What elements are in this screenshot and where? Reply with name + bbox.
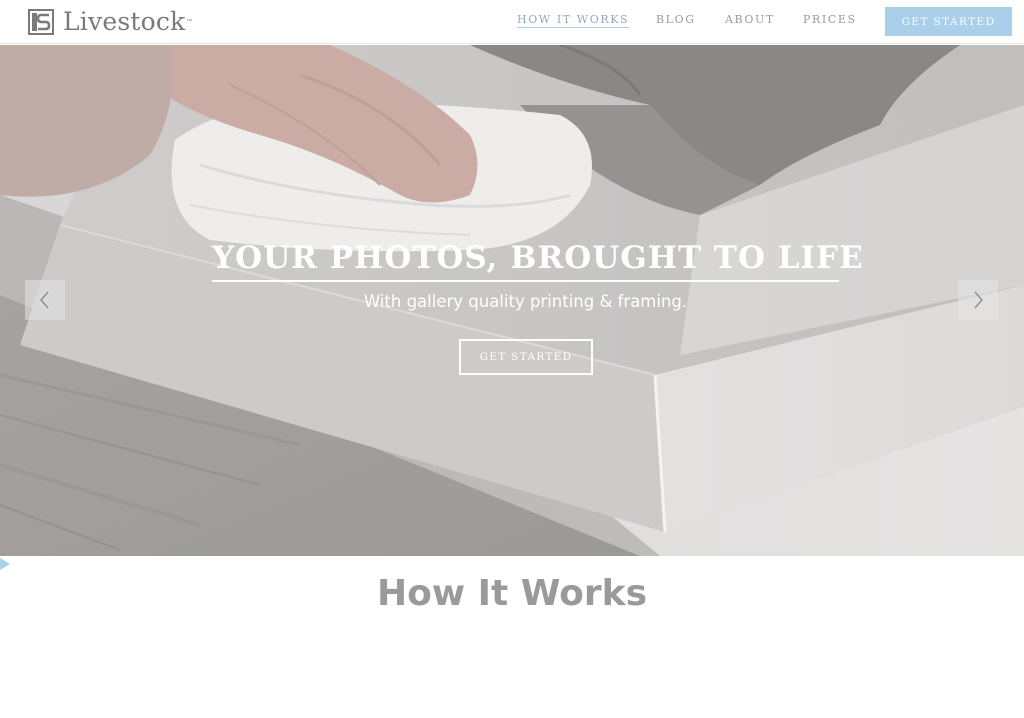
hero-subtitle: With gallery quality printing & framing.	[363, 292, 688, 311]
carousel-next-button[interactable]	[958, 280, 998, 320]
nav-prices[interactable]: PRICES	[803, 13, 857, 26]
hero-get-started-button[interactable]: GET STARTED	[459, 339, 593, 375]
chevron-left-icon	[40, 291, 49, 309]
nav-blog[interactable]: BLOG	[656, 13, 696, 26]
header-get-started-button[interactable]: GET STARTED	[885, 7, 1012, 36]
nav-about[interactable]: ABOUT	[725, 13, 775, 26]
site-header: Livestock™ HOW IT WORKS BLOG ABOUT PRICE…	[0, 0, 1024, 44]
how-it-works-title: How It Works	[376, 573, 648, 614]
main-nav: HOW IT WORKS BLOG ABOUT PRICES	[0, 0, 1024, 44]
chevron-right-icon	[974, 291, 983, 309]
carousel-prev-button[interactable]	[25, 280, 65, 320]
hero-title: YOUR PHOTOS, BROUGHT TO LIFE	[212, 239, 863, 282]
scroll-indicator-icon	[0, 558, 10, 570]
hero-carousel: YOUR PHOTOS, BROUGHT TO LIFE With galler…	[0, 45, 1024, 556]
nav-how-it-works[interactable]: HOW IT WORKS	[517, 13, 630, 28]
